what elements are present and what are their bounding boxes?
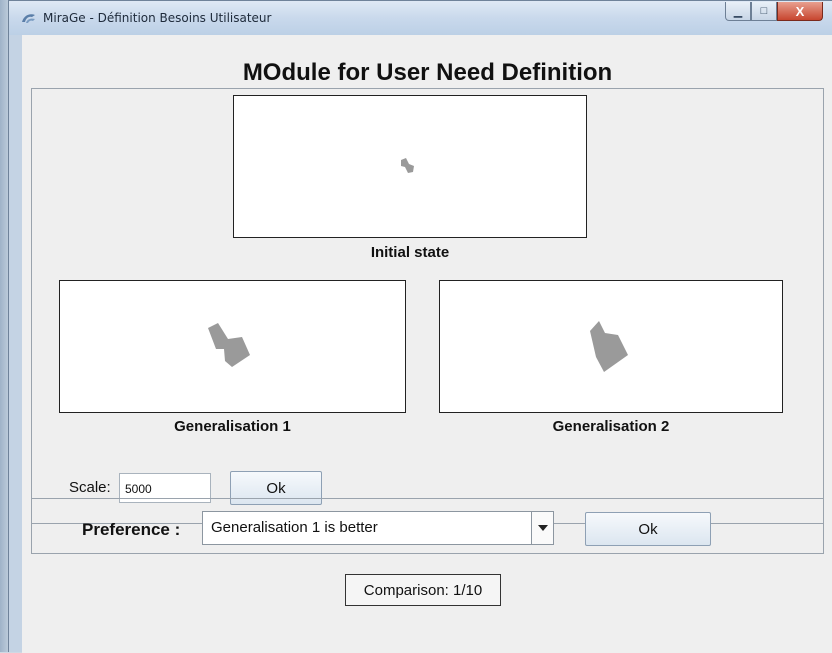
comparison-counter: Comparison: 1/10 — [345, 574, 501, 606]
generalisation-1-caption: Generalisation 1 — [174, 418, 291, 435]
close-icon: X — [795, 3, 805, 19]
preference-label: Preference : — [82, 520, 181, 539]
chevron-down-icon — [537, 525, 548, 531]
close-button[interactable]: X — [777, 2, 823, 21]
minimize-icon: ▁ — [733, 5, 743, 18]
generalisation-2-caption: Generalisation 2 — [552, 418, 670, 435]
window-client-area: MOdule for User Need Definition Initial … — [22, 35, 832, 653]
title-bar[interactable]: MiraGe - Définition Besoins Utilisateur … — [9, 1, 832, 35]
generalisation-2-building-shape — [590, 321, 628, 372]
maximize-icon: □ — [760, 5, 768, 17]
initial-state-map — [233, 95, 587, 238]
scale-label: Scale: — [69, 479, 111, 496]
window-controls: ▁ □ X — [725, 2, 823, 22]
window-title: MiraGe - Définition Besoins Utilisateur — [43, 11, 272, 25]
page-title: MOdule for User Need Definition — [242, 59, 613, 86]
preference-ok-button[interactable]: Ok — [585, 512, 711, 546]
mirage-app-icon — [22, 14, 35, 23]
preference-selected-value: Generalisation 1 is better — [211, 519, 378, 536]
app-window: MiraGe - Définition Besoins Utilisateur … — [8, 0, 832, 653]
initial-building-shape — [401, 158, 414, 173]
dropdown-arrow-button[interactable] — [531, 512, 553, 544]
maximize-button[interactable]: □ — [751, 2, 777, 21]
generalisation-1-building-shape — [208, 323, 250, 367]
generalisation-2-map — [439, 280, 783, 413]
generalisation-1-map — [59, 280, 406, 413]
minimize-button[interactable]: ▁ — [725, 2, 751, 21]
preference-dropdown[interactable]: Generalisation 1 is better — [202, 511, 554, 545]
initial-state-caption: Initial state — [370, 244, 450, 261]
